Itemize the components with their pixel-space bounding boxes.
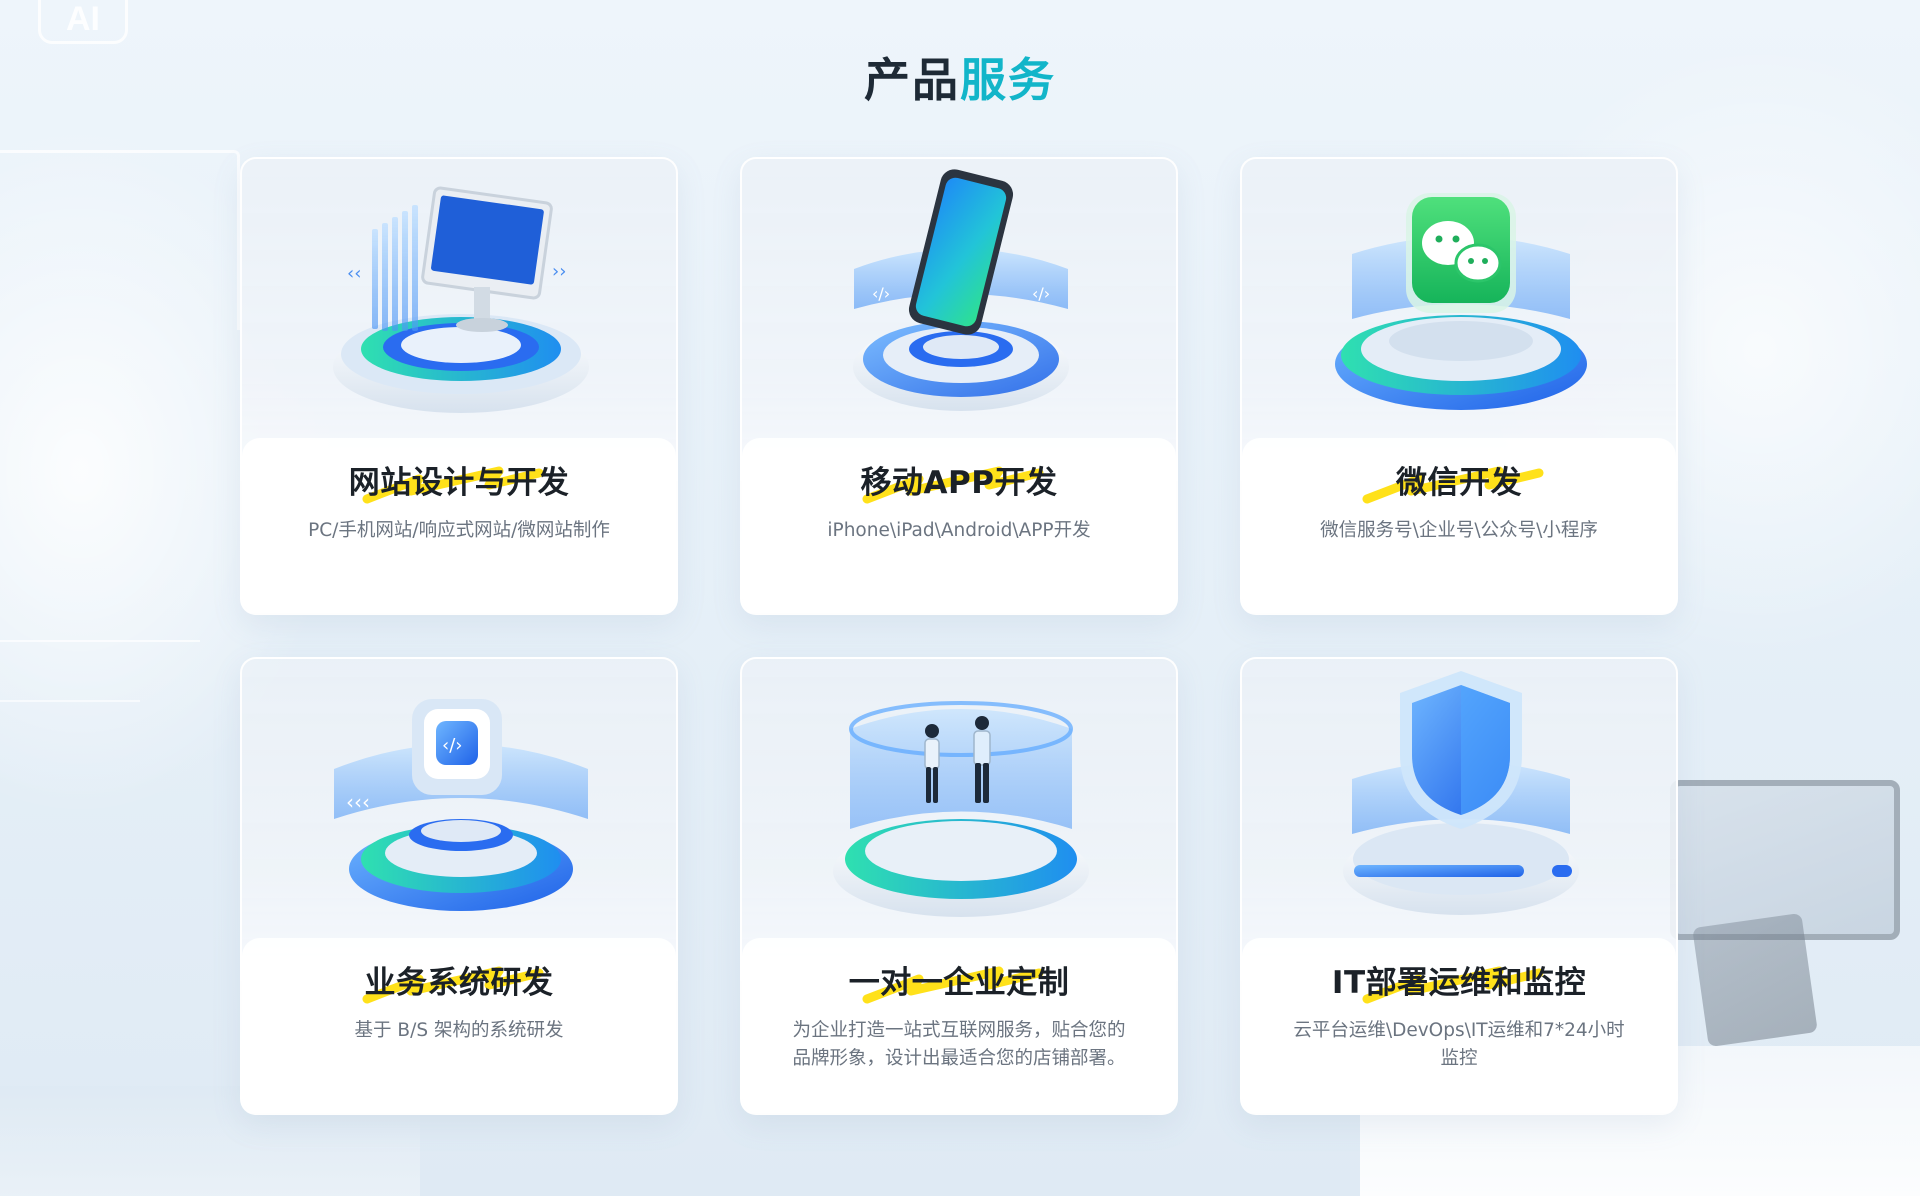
card-title: 微信开发 — [1396, 465, 1522, 501]
card-description: PC/手机网站/响应式网站/微网站制作 — [308, 520, 610, 541]
card-title: 一对一企业定制 — [848, 965, 1070, 1001]
svg-text:‹‹: ‹‹ — [347, 263, 361, 284]
service-card-custom[interactable]: 一对一企业定制 为企业打造一站式互联网服务，贴合您的品牌形象，设计出最适合您的店… — [740, 657, 1178, 1115]
section-title-main: 产品 — [864, 53, 960, 107]
shield-icon — [1242, 659, 1676, 939]
service-card-it-ops[interactable]: IT部署运维和监控 云平台运维\DevOps\IT运维和7*24小时监控 — [1240, 657, 1678, 1115]
card-title: 网站设计与开发 — [348, 465, 570, 501]
svg-text:‹/›: ‹/› — [442, 735, 462, 756]
card-description: iPhone\iPad\Android\APP开发 — [827, 520, 1091, 541]
ai-logo: AI — [38, 0, 128, 44]
circuit-decoration — [0, 150, 240, 330]
card-description: 基于 B/S 架构的系统研发 — [354, 1020, 564, 1041]
card-description: 微信服务号\企业号\公众号\小程序 — [1320, 520, 1598, 541]
wechat-icon — [1242, 159, 1676, 439]
svg-text:‹/›: ‹/› — [1032, 284, 1050, 303]
card-title: 移动APP开发 — [860, 465, 1058, 501]
svg-text:››: ›› — [552, 261, 566, 282]
card-description: 为企业打造一站式互联网服务，贴合您的品牌形象，设计出最适合您的店铺部署。 — [792, 1020, 1126, 1069]
consultation-icon — [742, 659, 1176, 939]
svg-text:‹/›: ‹/› — [872, 284, 890, 303]
service-card-mobile-app[interactable]: ‹/› ‹/› 移动APP开发 iPhone\iPad\Android\APP开… — [740, 157, 1178, 615]
desktop-monitor-icon: ‹‹ ›› — [242, 159, 676, 439]
card-title: 业务系统研发 — [364, 965, 554, 1001]
section-title-accent: 服务 — [960, 53, 1056, 107]
service-card-wechat[interactable]: 微信开发 微信服务号\企业号\公众号\小程序 — [1240, 157, 1678, 615]
smartphone-icon: ‹/› ‹/› — [742, 159, 1176, 439]
card-description: 云平台运维\DevOps\IT运维和7*24小时监控 — [1293, 1020, 1625, 1069]
service-grid: ‹‹ ›› 网站设计与开发 PC/手机网站/响应式网站/微网站制作 ‹/› ‹/… — [240, 157, 1680, 1115]
service-card-business-system[interactable]: ‹/› ‹‹‹ 业务系统研发 基于 B/S 架构的系统研发 — [240, 657, 678, 1115]
service-card-website[interactable]: ‹‹ ›› 网站设计与开发 PC/手机网站/响应式网站/微网站制作 — [240, 157, 678, 615]
section-title: 产品服务 — [0, 44, 1920, 110]
card-title: IT部署运维和监控 — [1331, 965, 1587, 1001]
svg-text:‹‹‹: ‹‹‹ — [346, 790, 370, 814]
code-icon: ‹/› ‹‹‹ — [242, 659, 676, 939]
